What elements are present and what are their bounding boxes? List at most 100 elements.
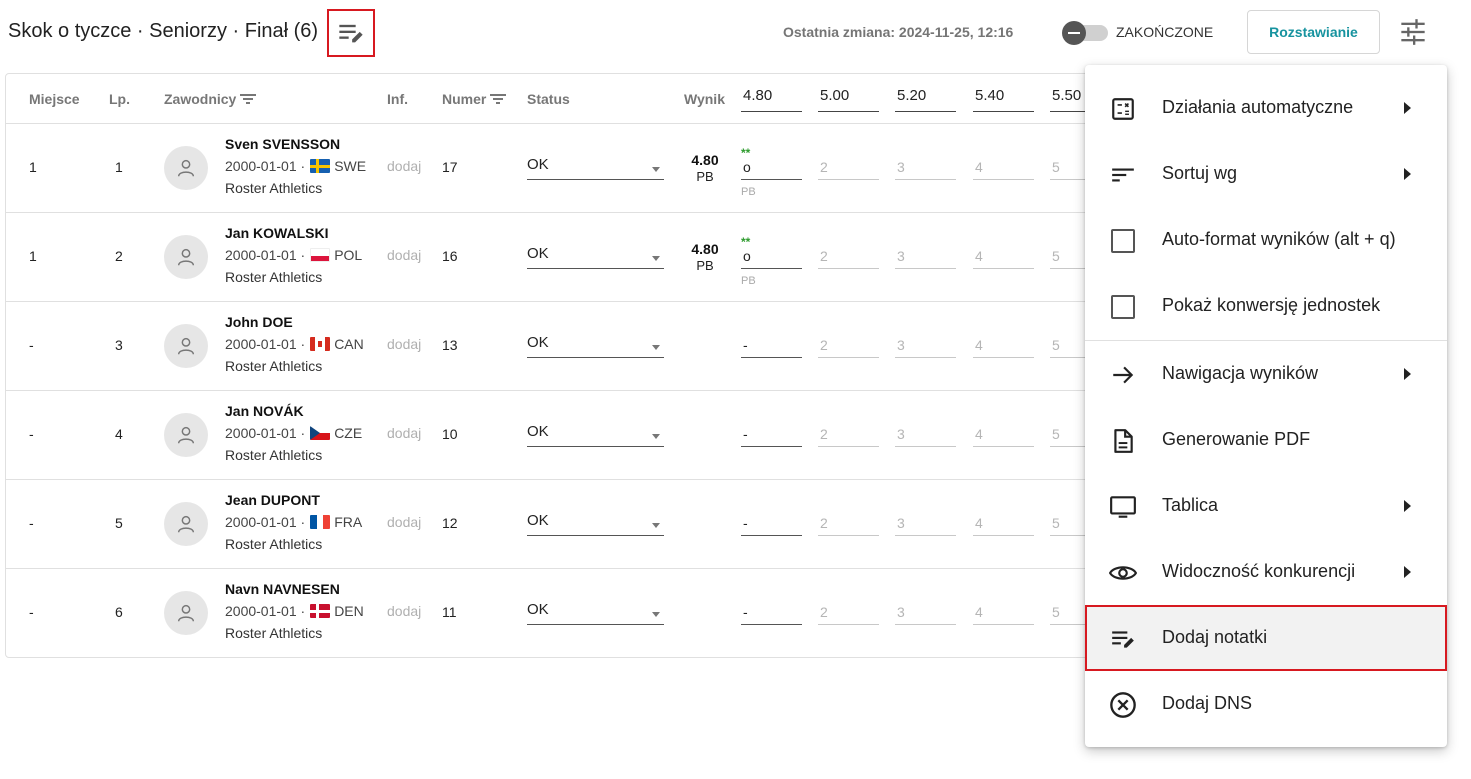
column-result[interactable]: Wynik <box>684 91 725 107</box>
settings-button[interactable] <box>1398 17 1428 47</box>
menu-item-unit-conversion[interactable]: Pokaż konwersję jednostek <box>1085 273 1447 339</box>
athlete-meta: 2000-01-01 · FRA <box>225 514 362 530</box>
menu-item-sort[interactable]: Sortuj wg <box>1085 141 1447 207</box>
table-row: - 4 Jan NOVÁK 2000-01-01 · CZE Roster At… <box>6 391 1104 480</box>
attempt-input[interactable]: 4 <box>973 601 1034 625</box>
meta-separator: · <box>296 247 306 263</box>
status-select[interactable]: OK <box>527 423 664 447</box>
attempt-input[interactable]: 4 <box>973 245 1034 269</box>
athlete-country: CZE <box>334 425 363 441</box>
menu-item-results-navigation[interactable]: Nawigacja wyników <box>1085 341 1447 407</box>
status-select[interactable]: OK <box>527 334 664 358</box>
status-value: OK <box>527 512 549 529</box>
attempt-input[interactable]: 4 <box>973 512 1034 536</box>
status-select[interactable]: OK <box>527 156 664 180</box>
status-value: OK <box>527 423 549 440</box>
height-input[interactable]: 5.20 <box>895 84 956 112</box>
menu-item-label: Sortuj wg <box>1162 163 1238 183</box>
athlete-meta: 2000-01-01 · SWE <box>225 158 366 174</box>
status-select[interactable]: OK <box>527 245 664 269</box>
status-value: OK <box>527 334 549 351</box>
menu-item-label: Auto-format wyników (alt + q) <box>1162 229 1396 249</box>
caret-down-icon <box>652 523 660 528</box>
column-number[interactable]: Numer <box>442 91 507 107</box>
attempt-input[interactable]: 3 <box>895 334 956 358</box>
document-icon <box>1109 427 1137 455</box>
menu-item-scoreboard[interactable]: Tablica <box>1085 473 1447 539</box>
column-inf[interactable]: Inf. <box>387 91 408 107</box>
status-select[interactable]: OK <box>527 512 664 536</box>
height-input[interactable]: 5.40 <box>973 84 1034 112</box>
attempt-input[interactable]: 2 <box>818 512 879 536</box>
status-select[interactable]: OK <box>527 601 664 625</box>
avatar <box>164 413 208 457</box>
filter-icon[interactable] <box>240 93 257 105</box>
add-info-link[interactable]: dodaj <box>387 514 421 530</box>
edit-notes-button[interactable] <box>327 9 375 57</box>
attempt-input[interactable]: o <box>741 245 802 269</box>
finished-toggle[interactable] <box>1062 21 1110 45</box>
attempt-input[interactable]: 3 <box>895 156 956 180</box>
attempt-input[interactable]: - <box>741 334 802 358</box>
table-row: 1 2 Jan KOWALSKI 2000-01-01 · POL Roster… <box>6 213 1104 302</box>
attempt-input[interactable]: 2 <box>818 156 879 180</box>
add-info-link[interactable]: dodaj <box>387 425 421 441</box>
lp-cell: 3 <box>115 337 123 353</box>
attempt-input[interactable]: 3 <box>895 245 956 269</box>
height-input[interactable]: 5.00 <box>818 84 879 112</box>
athlete-dob: 2000-01-01 <box>225 158 297 174</box>
attempt-input[interactable]: 2 <box>818 245 879 269</box>
column-athletes[interactable]: Zawodnicy <box>164 91 257 107</box>
menu-item-generate-pdf[interactable]: Generowanie PDF <box>1085 407 1447 473</box>
add-info-link[interactable]: dodaj <box>387 603 421 619</box>
result-value: 4.80 <box>691 241 719 257</box>
attempt-input[interactable]: 2 <box>818 423 879 447</box>
column-place[interactable]: Miejsce <box>29 91 80 107</box>
lp-cell: 1 <box>115 159 123 175</box>
athlete-name[interactable]: Navn NAVNESEN <box>225 581 340 597</box>
column-lp[interactable]: Lp. <box>109 91 130 107</box>
attempt-input[interactable]: 2 <box>818 334 879 358</box>
add-info-link[interactable]: dodaj <box>387 158 421 174</box>
avatar <box>164 502 208 546</box>
attempt-input[interactable]: o <box>741 156 802 180</box>
seeding-button[interactable]: Rozstawianie <box>1247 10 1380 54</box>
attempt-input[interactable]: - <box>741 601 802 625</box>
toggle-knob <box>1062 21 1086 45</box>
column-status[interactable]: Status <box>527 91 570 107</box>
athlete-name[interactable]: Sven SVENSSON <box>225 136 340 152</box>
checkbox-icon[interactable] <box>1109 293 1137 321</box>
person-icon <box>177 515 195 533</box>
attempt-input[interactable]: 4 <box>973 156 1034 180</box>
attempt-input[interactable]: 2 <box>818 601 879 625</box>
place-cell: - <box>29 337 34 353</box>
athlete-meta: 2000-01-01 · CAN <box>225 336 364 352</box>
attempt-input[interactable]: - <box>741 423 802 447</box>
caret-down-icon <box>652 612 660 617</box>
athlete-name[interactable]: Jean DUPONT <box>225 492 320 508</box>
height-input[interactable]: 4.80 <box>741 84 802 112</box>
checkbox-icon[interactable] <box>1109 227 1137 255</box>
athlete-name[interactable]: John DOE <box>225 314 293 330</box>
add-info-link[interactable]: dodaj <box>387 336 421 352</box>
attempt-input[interactable]: - <box>741 512 802 536</box>
menu-item-add-notes[interactable]: Dodaj notatki <box>1085 605 1447 671</box>
attempt-input[interactable]: 4 <box>973 334 1034 358</box>
menu-item-label: Widoczność konkurencji <box>1162 561 1356 581</box>
athlete-name[interactable]: Jan KOWALSKI <box>225 225 328 241</box>
table-row: - 3 John DOE 2000-01-01 · CAN Roster Ath… <box>6 302 1104 391</box>
attempt-input[interactable]: 3 <box>895 512 956 536</box>
menu-item-event-visibility[interactable]: Widoczność konkurencji <box>1085 539 1447 605</box>
table-row: - 6 Navn NAVNESEN 2000-01-01 · DEN Roste… <box>6 569 1104 657</box>
menu-item-auto-format[interactable]: Auto-format wyników (alt + q) <box>1085 207 1447 273</box>
filter-icon[interactable] <box>490 93 507 105</box>
menu-item-add-dns[interactable]: Dodaj DNS <box>1085 671 1447 737</box>
attempt-input[interactable]: 4 <box>973 423 1034 447</box>
lp-cell: 5 <box>115 515 123 531</box>
attempt-input[interactable]: 3 <box>895 423 956 447</box>
menu-item-auto-actions[interactable]: Działania automatyczne <box>1085 75 1447 141</box>
athlete-club: Roster Athletics <box>225 447 323 463</box>
athlete-name[interactable]: Jan NOVÁK <box>225 403 304 419</box>
attempt-input[interactable]: 3 <box>895 601 956 625</box>
add-info-link[interactable]: dodaj <box>387 247 421 263</box>
